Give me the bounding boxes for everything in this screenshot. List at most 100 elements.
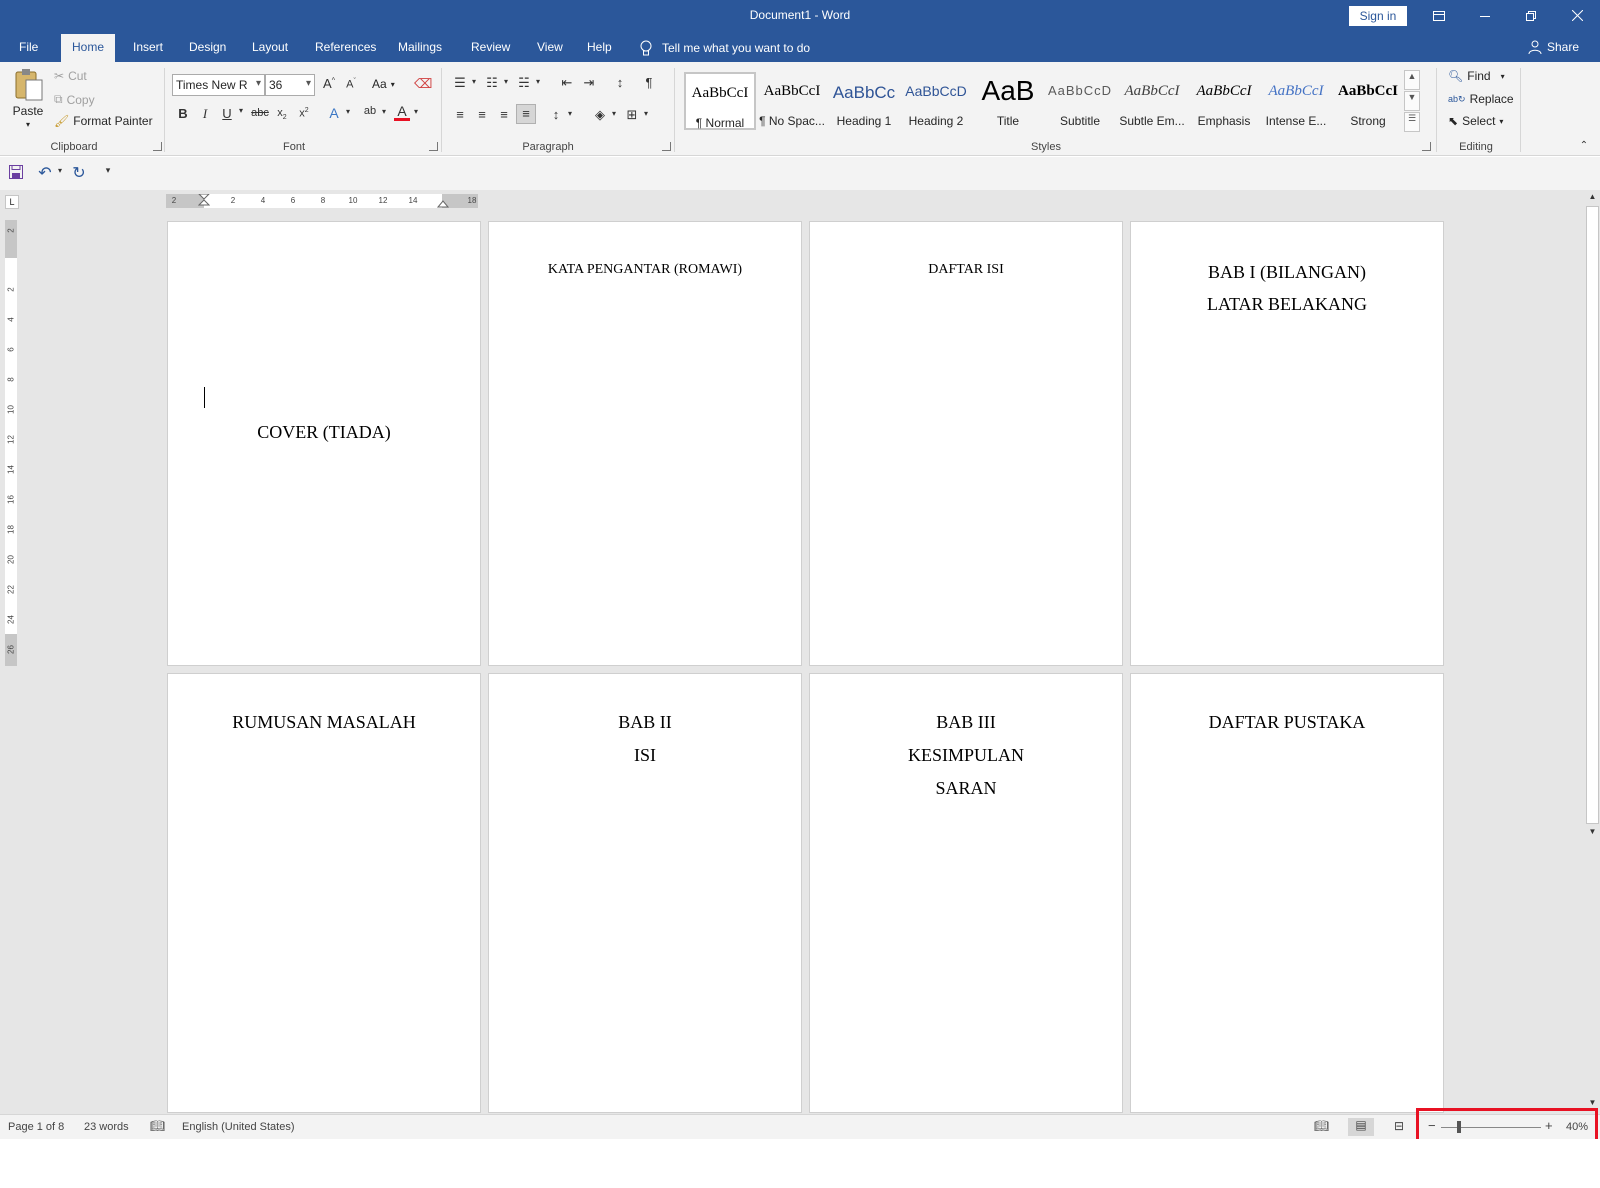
clipboard-launcher-icon[interactable]: [153, 142, 162, 151]
sort-icon[interactable]: ↕: [612, 75, 628, 90]
style-intense-emphasis[interactable]: AaBbCcI Intense E...: [1260, 72, 1332, 130]
font-family-combo[interactable]: Times New R ▾: [172, 74, 265, 96]
tell-me-box[interactable]: Tell me what you want to do: [640, 40, 810, 56]
gallery-scroll-down-icon[interactable]: ▼: [1404, 91, 1420, 111]
page-2[interactable]: KATA PENGANTAR (ROMAWI): [488, 221, 802, 666]
page-4[interactable]: BAB I (BILANGAN) LATAR BELAKANG: [1130, 221, 1444, 666]
show-formatting-marks-icon[interactable]: ¶: [642, 75, 656, 90]
tab-selector-icon[interactable]: L: [5, 195, 19, 209]
tab-file[interactable]: File: [19, 40, 38, 54]
style-strong[interactable]: AaBbCcI Strong: [1332, 72, 1404, 130]
page-7[interactable]: BAB III KESIMPULAN SARAN: [809, 673, 1123, 1113]
align-left-icon[interactable]: ≡: [452, 107, 468, 122]
ribbon-display-options-icon[interactable]: [1416, 0, 1462, 31]
superscript-icon[interactable]: x2: [296, 107, 312, 120]
scroll-thumb[interactable]: [1586, 206, 1599, 824]
minimize-button[interactable]: [1462, 0, 1508, 31]
chevron-down-icon[interactable]: ▾: [502, 77, 510, 86]
align-center-icon[interactable]: ≡: [474, 107, 490, 122]
find-button[interactable]: 🔍︎ Find ▾: [1448, 69, 1505, 83]
tab-review[interactable]: Review: [471, 40, 510, 54]
previous-page-icon[interactable]: ▼: [1586, 827, 1599, 836]
page-8[interactable]: DAFTAR PUSTAKA: [1130, 673, 1444, 1113]
restore-button[interactable]: [1508, 0, 1554, 31]
cut-button[interactable]: ✂ Cut: [54, 69, 87, 83]
paste-button[interactable]: Paste ▾: [12, 68, 44, 129]
chevron-down-icon[interactable]: ▾: [610, 109, 618, 118]
tab-help[interactable]: Help: [587, 40, 612, 54]
web-layout-icon[interactable]: ⊟: [1394, 1119, 1404, 1133]
decrease-indent-icon[interactable]: ⇤: [558, 75, 576, 91]
subscript-icon[interactable]: x2: [274, 107, 290, 121]
bullets-icon[interactable]: ☰: [452, 75, 468, 91]
replace-button[interactable]: ab↻ Replace: [1448, 92, 1514, 106]
gallery-more-icon[interactable]: ☰: [1404, 112, 1420, 132]
vertical-scrollbar[interactable]: ▲ ▼ ▼: [1585, 190, 1600, 1114]
justify-icon[interactable]: ≡: [516, 104, 536, 124]
align-right-icon[interactable]: ≡: [496, 107, 512, 122]
collapse-ribbon-icon[interactable]: ⌃: [1578, 140, 1590, 151]
line-spacing-icon[interactable]: ↕: [548, 107, 564, 122]
paragraph-launcher-icon[interactable]: [662, 142, 671, 151]
shrink-font-icon[interactable]: Aˇ: [343, 78, 359, 91]
sign-in-button[interactable]: Sign in: [1349, 6, 1407, 26]
redo-icon[interactable]: ↻: [70, 163, 88, 183]
scroll-down-icon[interactable]: ▼: [1586, 1098, 1599, 1107]
grow-font-icon[interactable]: A^: [320, 76, 338, 91]
close-button[interactable]: [1554, 0, 1600, 31]
font-color-icon[interactable]: A: [394, 104, 410, 121]
read-mode-icon[interactable]: 📖︎: [1314, 1119, 1329, 1133]
share-button[interactable]: Share: [1528, 40, 1579, 54]
shading-icon[interactable]: ◈: [592, 107, 608, 123]
font-launcher-icon[interactable]: [429, 142, 438, 151]
style-subtle-emphasis[interactable]: AaBbCcI Subtle Em...: [1116, 72, 1188, 130]
save-icon[interactable]: [8, 165, 24, 182]
tab-insert[interactable]: Insert: [133, 40, 163, 54]
select-button[interactable]: ⬉ Select ▾: [1448, 114, 1503, 128]
word-count[interactable]: 23 words: [84, 1121, 129, 1133]
style-normal[interactable]: AaBbCcI ¶ Normal: [684, 72, 756, 130]
scroll-up-icon[interactable]: ▲: [1586, 192, 1599, 201]
tab-references[interactable]: References: [315, 40, 376, 54]
styles-launcher-icon[interactable]: [1422, 142, 1431, 151]
copy-button[interactable]: ⧉ Copy: [54, 92, 95, 107]
chevron-down-icon[interactable]: ▾: [566, 109, 574, 118]
print-layout-icon[interactable]: ▤: [1348, 1118, 1374, 1136]
tab-home[interactable]: Home: [61, 34, 116, 62]
tab-view[interactable]: View: [537, 40, 563, 54]
style-heading-1[interactable]: AaBbCc Heading 1: [828, 72, 900, 130]
chevron-down-icon[interactable]: ▾: [56, 166, 64, 175]
vertical-ruler[interactable]: 2 2 4 6 8 10 12 14 16 18 20 22 24 26: [5, 220, 17, 666]
format-painter-button[interactable]: 🖌 Format Painter: [54, 114, 153, 128]
chevron-down-icon[interactable]: ▾: [470, 77, 478, 86]
highlight-color-icon[interactable]: ab: [360, 105, 380, 117]
tab-design[interactable]: Design: [189, 40, 226, 54]
page-3[interactable]: DAFTAR ISI: [809, 221, 1123, 666]
style-no-spacing[interactable]: AaBbCcI ¶ No Spac...: [756, 72, 828, 130]
tab-mailings[interactable]: Mailings: [398, 40, 442, 54]
font-size-combo[interactable]: 36 ▾: [265, 74, 315, 96]
language-indicator[interactable]: English (United States): [182, 1121, 295, 1133]
horizontal-ruler[interactable]: 2 2 4 6 8 10 12 14 18: [166, 194, 478, 208]
page-1[interactable]: COVER (TIADA): [167, 221, 481, 666]
chevron-down-icon[interactable]: ▾: [344, 107, 352, 116]
increase-indent-icon[interactable]: ⇥: [580, 75, 598, 91]
chevron-down-icon[interactable]: ▾: [236, 106, 246, 115]
page-count[interactable]: Page 1 of 8: [8, 1121, 64, 1133]
chevron-down-icon[interactable]: ▾: [642, 109, 650, 118]
style-subtitle[interactable]: AaBbCcD Subtitle: [1044, 72, 1116, 130]
chevron-down-icon[interactable]: ▾: [380, 107, 388, 116]
change-case-button[interactable]: Aa ▾: [372, 77, 395, 91]
style-heading-2[interactable]: AaBbCcD Heading 2: [900, 72, 972, 130]
numbering-icon[interactable]: ☷: [484, 75, 500, 91]
proofing-icon[interactable]: 📖︎: [150, 1119, 165, 1133]
borders-icon[interactable]: ⊞: [624, 107, 640, 123]
underline-icon[interactable]: U: [220, 106, 234, 121]
right-indent-marker-icon[interactable]: [437, 198, 449, 208]
strikethrough-icon[interactable]: abc: [250, 107, 270, 119]
style-emphasis[interactable]: AaBbCcI Emphasis: [1188, 72, 1260, 130]
italic-icon[interactable]: I: [198, 106, 212, 122]
chevron-down-icon[interactable]: ▾: [534, 77, 542, 86]
chevron-down-icon[interactable]: ▾: [412, 107, 420, 116]
gallery-scroll-up-icon[interactable]: ▲: [1404, 70, 1420, 90]
